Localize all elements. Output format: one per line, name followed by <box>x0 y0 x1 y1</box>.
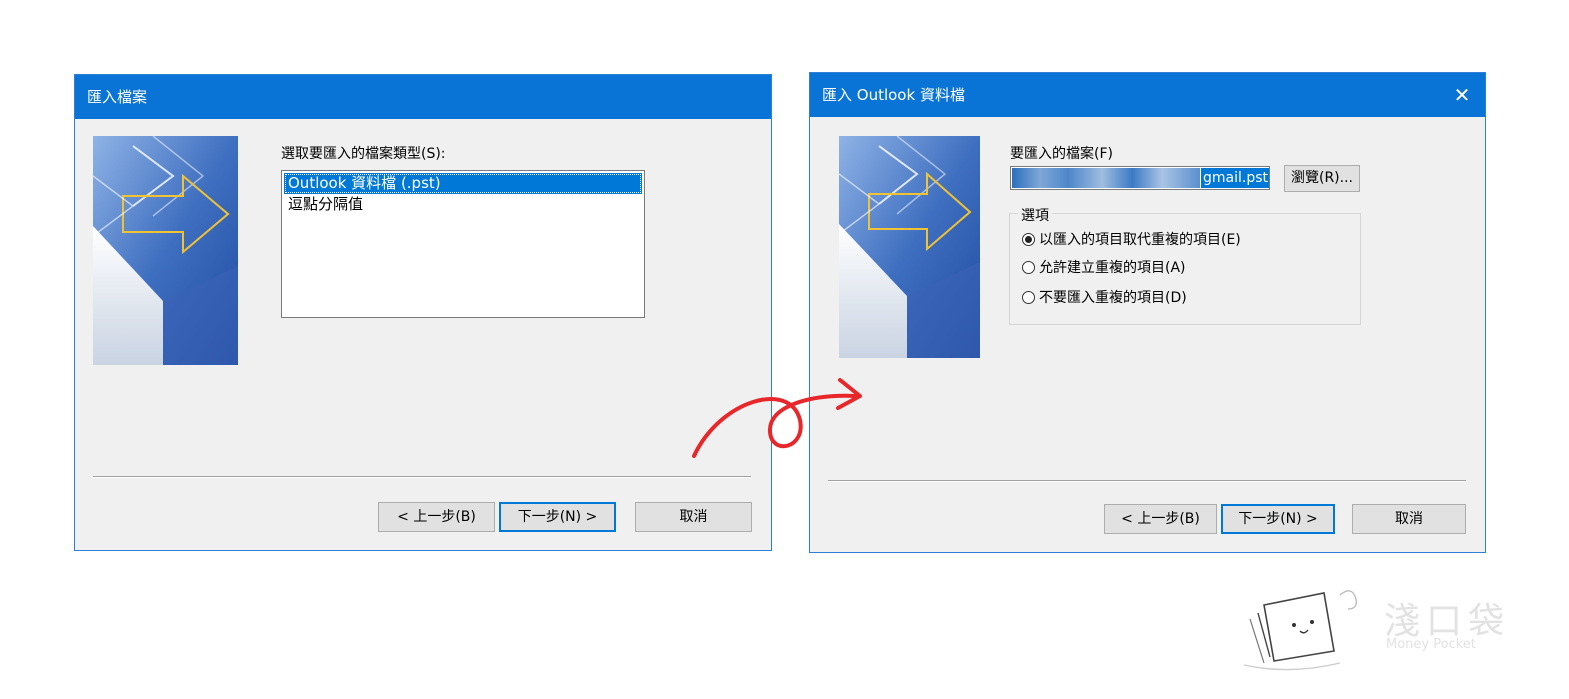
list-item-outlook-pst[interactable]: Outlook 資料檔 (.pst) <box>284 173 642 194</box>
import-file-dialog: 匯入檔案 選取要匯入的檔案類型(S): Outlook 資料檔 (.pst) 逗… <box>74 74 772 551</box>
radio-do-not-import-duplicates[interactable]: 不要匯入重複的項目(D) <box>1022 288 1187 308</box>
list-item-csv[interactable]: 逗點分隔值 <box>284 194 642 215</box>
next-button[interactable]: 下一步(N) > <box>1221 504 1335 534</box>
back-button[interactable]: < 上一步(B) <box>1104 504 1217 534</box>
file-path-input[interactable]: gmail.pst <box>1010 166 1270 190</box>
dialog-title: 匯入檔案 <box>75 75 771 119</box>
file-type-listbox[interactable]: Outlook 資料檔 (.pst) 逗點分隔值 <box>281 170 645 318</box>
blurred-path <box>1012 168 1200 188</box>
file-type-prompt: 選取要匯入的檔案類型(S): <box>281 146 446 162</box>
radio-allow-duplicates[interactable]: 允許建立重複的項目(A) <box>1022 258 1186 278</box>
back-button[interactable]: < 上一步(B) <box>378 502 495 532</box>
wizard-illustration <box>93 136 238 365</box>
radio-unchecked-icon <box>1022 291 1035 304</box>
cancel-button[interactable]: 取消 <box>1352 504 1466 534</box>
radio-label: 以匯入的項目取代重複的項目(E) <box>1039 232 1241 248</box>
options-groupbox: 選項 以匯入的項目取代重複的項目(E) 允許建立重複的項目(A) 不要匯入重複的… <box>1009 205 1361 325</box>
file-to-import-label: 要匯入的檔案(F) <box>1010 146 1113 162</box>
file-path-text: gmail.pst <box>1201 168 1269 188</box>
transition-arrow-icon <box>692 378 862 458</box>
close-icon[interactable]: ✕ <box>1439 73 1485 117</box>
cancel-button[interactable]: 取消 <box>635 502 752 532</box>
next-button[interactable]: 下一步(N) > <box>499 502 616 532</box>
separator <box>828 480 1466 482</box>
watermark-logo-subtitle: Money Pocket <box>1386 637 1476 652</box>
radio-unchecked-icon <box>1022 261 1035 274</box>
radio-replace-duplicates[interactable]: 以匯入的項目取代重複的項目(E) <box>1022 230 1241 250</box>
radio-label: 允許建立重複的項目(A) <box>1039 260 1186 276</box>
import-outlook-data-file-dialog: 匯入 Outlook 資料檔 ✕ 要匯入的檔案(F) gmail.pst 瀏覽(… <box>809 72 1486 553</box>
dialog-title: 匯入 Outlook 資料檔 <box>810 73 1485 117</box>
pocket-mascot-icon <box>1243 590 1358 671</box>
separator <box>93 476 751 478</box>
browse-button[interactable]: 瀏覽(R)... <box>1284 165 1360 192</box>
radio-checked-icon <box>1022 233 1035 246</box>
wizard-illustration <box>839 136 980 358</box>
options-legend: 選項 <box>1018 205 1052 225</box>
radio-label: 不要匯入重複的項目(D) <box>1039 290 1187 306</box>
